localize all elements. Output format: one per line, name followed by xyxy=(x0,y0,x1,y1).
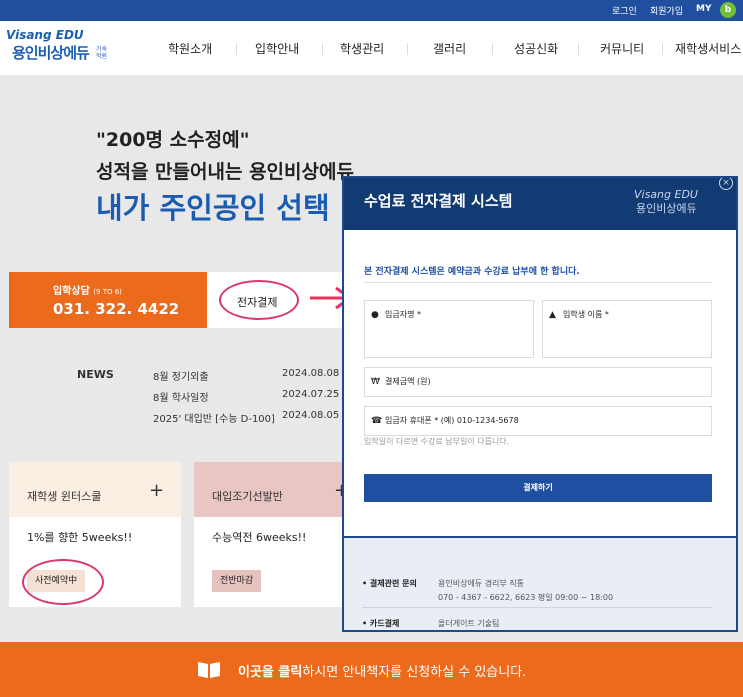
nav-student-service[interactable]: 재학생서비스 xyxy=(675,40,741,57)
logo-name: 용인비상에듀 xyxy=(12,44,90,62)
nav-divider xyxy=(322,43,323,55)
logo-sub: 기숙학원 xyxy=(96,46,108,60)
phone-field[interactable]: ☎ 입금자 휴대폰 * (예) 010-1234-5678 xyxy=(364,406,712,436)
pay-button[interactable]: 결제하기 xyxy=(364,474,712,502)
card-body: 1%를 향한 5weeks!! xyxy=(27,531,133,544)
divider xyxy=(362,607,712,608)
nav-divider xyxy=(662,43,663,55)
news-date: 2024.07.25 xyxy=(282,389,340,400)
news-item[interactable]: 2025' 대입반 [수능 D-100] xyxy=(153,410,275,425)
card-title: 재학생 윈터스쿨 xyxy=(27,490,102,503)
won-icon: ₩ xyxy=(371,377,380,387)
nav-divider xyxy=(578,43,579,55)
modal-header: 수업료 전자결제 시스템 Visang EDU 용인비상에듀 × xyxy=(344,178,736,230)
hero-headline: 내가 주인공인 선택 xyxy=(96,191,330,225)
hero-subtitle: 성적을 만들어내는 용인비상에듀 xyxy=(96,161,354,183)
consult-label: 입학상담 (9 TO 6) xyxy=(53,286,122,297)
divider xyxy=(364,282,712,283)
news-item[interactable]: 8월 학사일정 xyxy=(153,389,209,404)
payment-modal: 수업료 전자결제 시스템 Visang EDU 용인비상에듀 × 본 전자결제 … xyxy=(342,176,738,632)
epay-label: 전자결제 xyxy=(237,296,278,309)
blog-icon[interactable]: b xyxy=(720,2,736,18)
nav-about[interactable]: 학원소개 xyxy=(168,40,212,57)
modal-logo-name: 용인비상에듀 xyxy=(636,202,697,215)
amount-field[interactable]: ₩ 결제금액 (원) xyxy=(364,367,712,397)
modal-notice: 본 전자결제 시스템은 예약금과 수강료 납부에 한 합니다. xyxy=(364,267,580,277)
news-title: NEWS xyxy=(77,368,114,381)
nav-student-care[interactable]: 학생관리 xyxy=(340,40,384,57)
brochure-banner[interactable]: 이곳을 클릭하시면 안내책자를 신청하실 수 있습니다. xyxy=(0,642,743,697)
inquiry-label: • 결제관련 문의 xyxy=(362,579,417,588)
news-date: 2024.08.05 xyxy=(282,410,340,421)
close-icon[interactable]: × xyxy=(719,178,733,190)
field-label: ● 입금자명 * xyxy=(371,310,421,320)
login-link[interactable]: 로그인 xyxy=(612,4,637,17)
hero-quote: "200명 소수정예" xyxy=(96,129,250,151)
site-logo[interactable]: Visang EDU 용인비상에듀 기숙학원 xyxy=(6,28,116,68)
inquiry-line2: 070 - 4367 - 6622, 6623 평일 09:00 ~ 18:00 xyxy=(438,593,614,602)
nav-admission[interactable]: 입학안내 xyxy=(255,40,299,57)
card-title: 대입조기선발반 xyxy=(212,490,283,503)
nav-divider xyxy=(236,43,237,55)
top-utility-bar: 로그인 회원가입 MY b xyxy=(0,0,743,21)
student-name-field[interactable]: ▲ 입학생 이름 * xyxy=(542,300,712,358)
consult-phone: 031. 322. 4422 xyxy=(53,300,180,318)
main-header: Visang EDU 용인비상에듀 기숙학원 학원소개 입학안내 학생관리 갤러… xyxy=(0,21,743,75)
nav-success[interactable]: 성공신화 xyxy=(514,40,558,57)
field-label: ▲ 입학생 이름 * xyxy=(549,310,609,320)
logo-brand: Visang EDU xyxy=(6,28,84,42)
book-icon xyxy=(198,662,220,678)
status-badge: 전반마감 xyxy=(212,570,262,592)
nav-divider xyxy=(492,43,493,55)
banner-text: 이곳을 클릭하시면 안내책자를 신청하실 수 있습니다. xyxy=(238,665,527,680)
news-date: 2024.08.08 xyxy=(282,368,340,379)
news-item[interactable]: 8월 정기외출 xyxy=(153,368,209,383)
card-header: 재학생 윈터스쿨 + xyxy=(9,462,181,517)
graduation-cap-icon: ▲ xyxy=(549,310,556,320)
card-pay-label: • 카드결제 xyxy=(362,619,400,628)
plus-icon[interactable]: + xyxy=(149,480,164,501)
inquiry-line1: 용인비상에듀 경리부 직통 xyxy=(438,579,525,588)
modal-title: 수업료 전자결제 시스템 xyxy=(364,192,513,210)
nav-gallery[interactable]: 갤러리 xyxy=(433,40,466,57)
phone-icon: ☎ xyxy=(371,416,383,426)
modal-footer: • 결제관련 문의 용인비상에듀 경리부 직통 070 - 4367 - 662… xyxy=(344,536,736,630)
field-label: ☎ 입금자 휴대폰 * (예) 010-1234-5678 xyxy=(371,416,519,426)
card-early-selection[interactable]: 대입조기선발반 + 수능역전 6weeks!! 전반마감 xyxy=(194,462,349,607)
field-label: ₩ 결제금액 (원) xyxy=(371,377,431,387)
payer-name-field[interactable]: ● 입금자명 * xyxy=(364,300,534,358)
card-pay-value: 올더게이트 기술팀 xyxy=(438,619,500,628)
nav-divider xyxy=(407,43,408,55)
my-link[interactable]: MY xyxy=(696,4,711,14)
person-icon: ● xyxy=(371,310,379,320)
card-winter-school[interactable]: 재학생 윈터스쿨 + 1%를 향한 5weeks!! 사전예약中 xyxy=(9,462,181,607)
consult-box[interactable]: 입학상담 (9 TO 6) 031. 322. 4422 xyxy=(9,272,207,328)
card-header: 대입조기선발반 + xyxy=(194,462,349,517)
signup-link[interactable]: 회원가입 xyxy=(650,4,683,17)
card-body: 수능역전 6weeks!! xyxy=(212,531,307,544)
field-hint: 입학일이 다르면 수강료 납부일이 다릅니다. xyxy=(364,437,510,446)
highlight-circle xyxy=(22,559,104,605)
nav-community[interactable]: 커뮤니티 xyxy=(600,40,644,57)
